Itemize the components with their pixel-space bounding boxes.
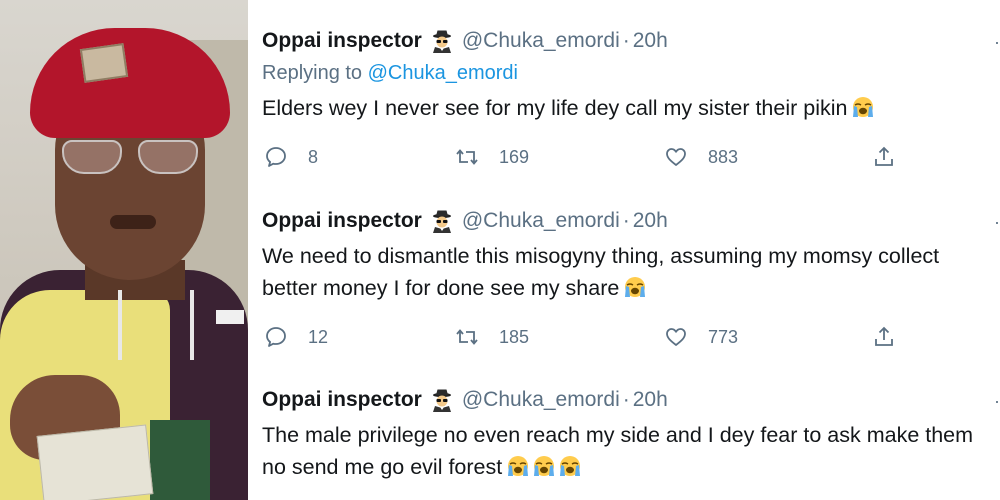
tweet-text-line: better money I for done see my share	[262, 276, 620, 300]
tweet-text-line: The male privilege no even reach my side…	[262, 423, 974, 447]
replying-to: Replying to @Chuka_emordi	[262, 62, 1000, 90]
heart-icon	[664, 145, 688, 169]
retweet-button[interactable]: 185	[455, 322, 529, 352]
retweet-count: 169	[499, 146, 530, 167]
tweet-text: The male privilege no even reach my side…	[262, 419, 1000, 483]
separator: ·	[622, 388, 630, 411]
author-name[interactable]: Oppai inspector	[262, 388, 422, 412]
loudly-crying-face-icon	[623, 275, 647, 299]
sleuth-spy-icon	[430, 209, 454, 233]
share-button[interactable]	[872, 322, 896, 352]
replying-to-label: Replying to	[262, 62, 363, 84]
tweet-actions: 8 169 883	[262, 142, 1000, 172]
like-count: 883	[708, 146, 739, 167]
reply-button[interactable]: 12	[264, 322, 328, 352]
reply-icon	[264, 145, 288, 169]
timestamp[interactable]: 20h	[633, 29, 668, 53]
heart-icon	[664, 325, 688, 349]
more-icon[interactable]: ·	[994, 32, 1000, 53]
tweet-text: Elders wey I never see for my life dey c…	[262, 92, 1000, 124]
loudly-crying-face-icon	[506, 454, 530, 478]
tweet-text: We need to dismantle this misogyny thing…	[262, 240, 1000, 304]
separator: ·	[622, 29, 630, 52]
reply-button[interactable]: 8	[264, 142, 318, 172]
retweet-count: 185	[499, 326, 530, 347]
tweet-text-line: Elders wey I never see for my life dey c…	[262, 96, 848, 120]
tweet-text-line: no send me go evil forest	[262, 455, 503, 479]
like-button[interactable]: 883	[664, 142, 738, 172]
reply-count: 12	[308, 326, 329, 347]
retweet-button[interactable]: 169	[455, 142, 529, 172]
author-handle[interactable]: @Chuka_emordi	[462, 29, 620, 53]
tweet-header: Oppai inspector @Chuka_emordi · 20h	[262, 385, 1000, 415]
tweet-actions: 12 185 773	[262, 322, 1000, 352]
divider	[248, 0, 250, 500]
sleuth-spy-icon	[430, 388, 454, 412]
timestamp[interactable]: 20h	[633, 388, 668, 412]
tweet[interactable]: Oppai inspector @Chuka_emordi · 20h · We…	[262, 206, 1000, 352]
share-icon	[872, 325, 896, 349]
author-name[interactable]: Oppai inspector	[262, 29, 422, 53]
separator: ·	[622, 209, 630, 232]
tweet[interactable]: Oppai inspector @Chuka_emordi · 20h · Th…	[262, 385, 1000, 483]
timestamp[interactable]: 20h	[633, 209, 668, 233]
tweet-header: Oppai inspector @Chuka_emordi · 20h	[262, 26, 1000, 56]
share-icon	[872, 145, 896, 169]
author-handle[interactable]: @Chuka_emordi	[462, 209, 620, 233]
loudly-crying-face-icon	[558, 454, 582, 478]
tweet-header: Oppai inspector @Chuka_emordi · 20h	[262, 206, 1000, 236]
reply-count: 8	[308, 146, 319, 167]
tweet[interactable]: Oppai inspector @Chuka_emordi · 20h · Re…	[262, 26, 1000, 172]
retweet-icon	[455, 325, 479, 349]
like-button[interactable]: 773	[664, 322, 738, 352]
share-button[interactable]	[872, 142, 896, 172]
replying-to-handle[interactable]: @Chuka_emordi	[368, 62, 518, 84]
more-icon[interactable]: ·	[994, 391, 1000, 412]
tweet-text-line: We need to dismantle this misogyny thing…	[262, 244, 940, 268]
loudly-crying-face-icon	[532, 454, 556, 478]
loudly-crying-face-icon	[851, 95, 875, 119]
person-photo	[0, 0, 248, 500]
like-count: 773	[708, 326, 739, 347]
sleuth-spy-icon	[430, 29, 454, 53]
retweet-icon	[455, 145, 479, 169]
reply-icon	[264, 325, 288, 349]
author-name[interactable]: Oppai inspector	[262, 209, 422, 233]
tweet-list: Oppai inspector @Chuka_emordi · 20h · Re…	[262, 0, 1000, 500]
more-icon[interactable]: ·	[994, 212, 1000, 233]
author-handle[interactable]: @Chuka_emordi	[462, 388, 620, 412]
